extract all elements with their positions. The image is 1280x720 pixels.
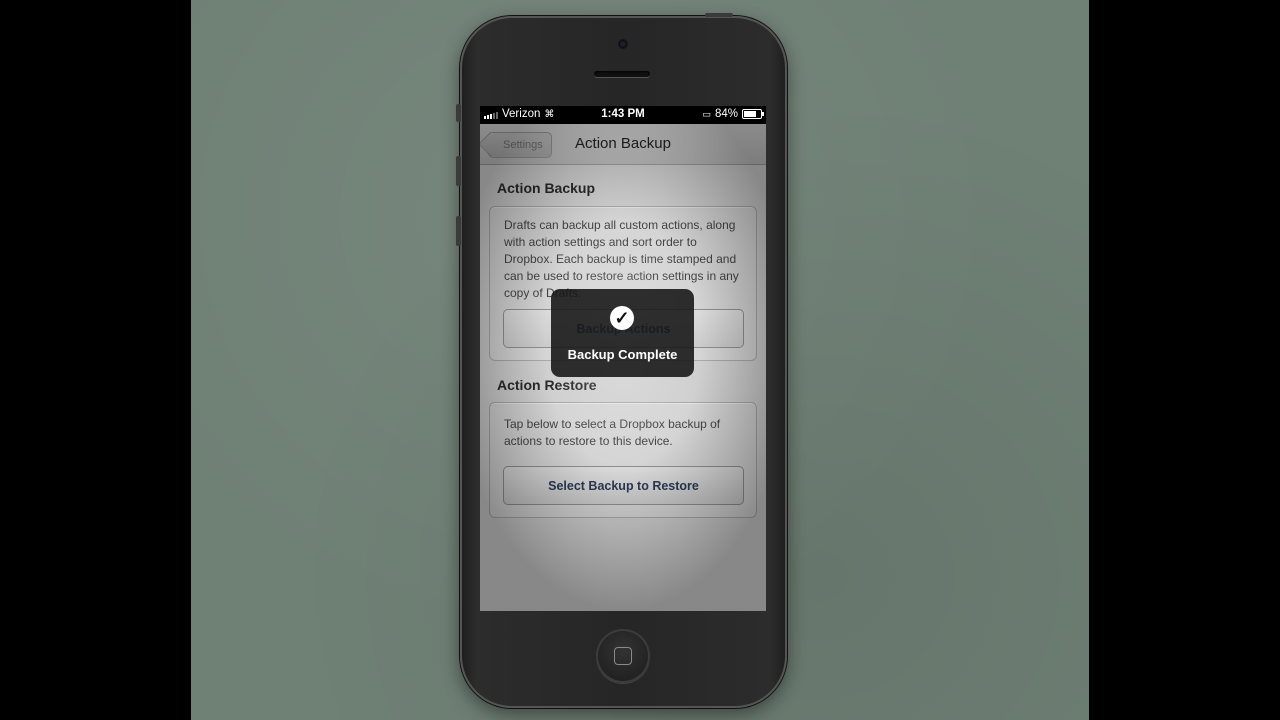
backup-section-title: Action Backup [497, 180, 596, 196]
phone-screen: Verizon ⌘ 1:43 PM ▭ 84% Settings Action … [480, 106, 766, 611]
home-button[interactable] [596, 629, 650, 683]
restore-description: Tap below to select a Dropbox backup of … [504, 417, 721, 448]
restore-group: Tap below to select a Dropbox backup of … [489, 402, 757, 518]
front-camera [617, 38, 629, 50]
airplay-icon: ▭ [702, 108, 711, 119]
earpiece-speaker [594, 71, 650, 77]
select-backup-button[interactable]: Select Backup to Restore [503, 466, 744, 505]
volume-up-button [456, 156, 461, 186]
navigation-bar: Settings Action Backup [480, 124, 766, 165]
home-square-icon [614, 647, 632, 665]
mute-switch [456, 104, 461, 122]
page-title: Action Backup [575, 135, 671, 152]
status-bar: Verizon ⌘ 1:43 PM ▭ 84% [480, 106, 766, 124]
volume-down-button [456, 216, 461, 246]
restore-section-title: Action Restore [497, 377, 597, 393]
sleep-button [705, 13, 733, 17]
hud-label: Backup Complete [567, 347, 678, 362]
battery-percent: 84% [714, 108, 738, 120]
battery-icon [742, 109, 764, 119]
checkmark-icon: ✓ [610, 306, 634, 330]
settings-content: Action Backup Drafts can backup all cust… [480, 165, 766, 611]
backup-complete-hud: ✓ Backup Complete [551, 289, 694, 377]
